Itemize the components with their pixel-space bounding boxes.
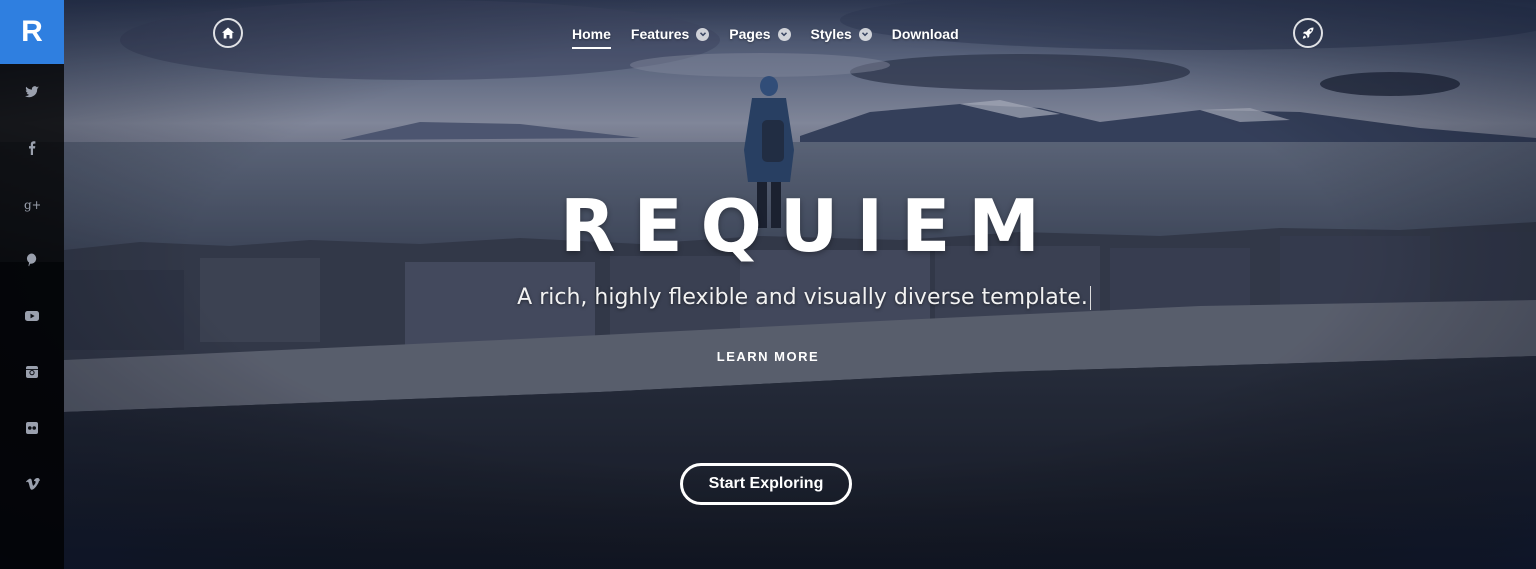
- facebook-link[interactable]: [0, 120, 64, 176]
- chevron-down-icon: [858, 27, 872, 41]
- vimeo-icon: [26, 477, 40, 490]
- nav-item-label: Features: [630, 26, 690, 42]
- nav-item-label: Pages: [729, 26, 771, 42]
- nav-item-download[interactable]: Download: [892, 24, 959, 44]
- nav-item-label: Styles: [810, 26, 852, 42]
- learn-more-row: LEARN MORE: [0, 349, 1536, 364]
- typing-cursor: [1089, 286, 1091, 310]
- hero-title: REQUIEM: [560, 184, 1058, 268]
- twitter-link[interactable]: [0, 64, 64, 120]
- start-exploring-button[interactable]: Start Exploring: [680, 463, 852, 505]
- vimeo-link[interactable]: [0, 456, 64, 512]
- nav-item-styles[interactable]: Styles: [811, 24, 872, 44]
- nav-item-features[interactable]: Features: [630, 24, 710, 44]
- facebook-icon: [29, 141, 36, 155]
- learn-more-link[interactable]: LEARN MORE: [717, 349, 819, 364]
- hero-subtitle: A rich, highly flexible and visually div…: [0, 284, 1536, 312]
- nav-item-home[interactable]: Home: [572, 24, 611, 49]
- hero-subtitle-text: A rich, highly flexible and visually div…: [517, 285, 1088, 310]
- home-icon: [222, 27, 234, 39]
- nav-item-label: Download: [891, 26, 959, 42]
- instagram-icon: [26, 366, 38, 378]
- nav-item-pages[interactable]: Pages: [729, 24, 791, 44]
- brand-logo[interactable]: R: [0, 0, 64, 64]
- flickr-link[interactable]: [0, 400, 64, 456]
- chevron-down-icon: [696, 27, 710, 41]
- twitter-icon: [25, 86, 39, 98]
- rocket-button[interactable]: [1293, 18, 1323, 48]
- rocket-icon: [1302, 27, 1314, 39]
- flickr-icon: [26, 422, 38, 434]
- nav-item-label: Home: [572, 26, 611, 42]
- chevron-down-icon: [777, 27, 791, 41]
- main-nav: Home Features Pages Styles Download: [572, 24, 979, 49]
- home-button[interactable]: [213, 18, 243, 48]
